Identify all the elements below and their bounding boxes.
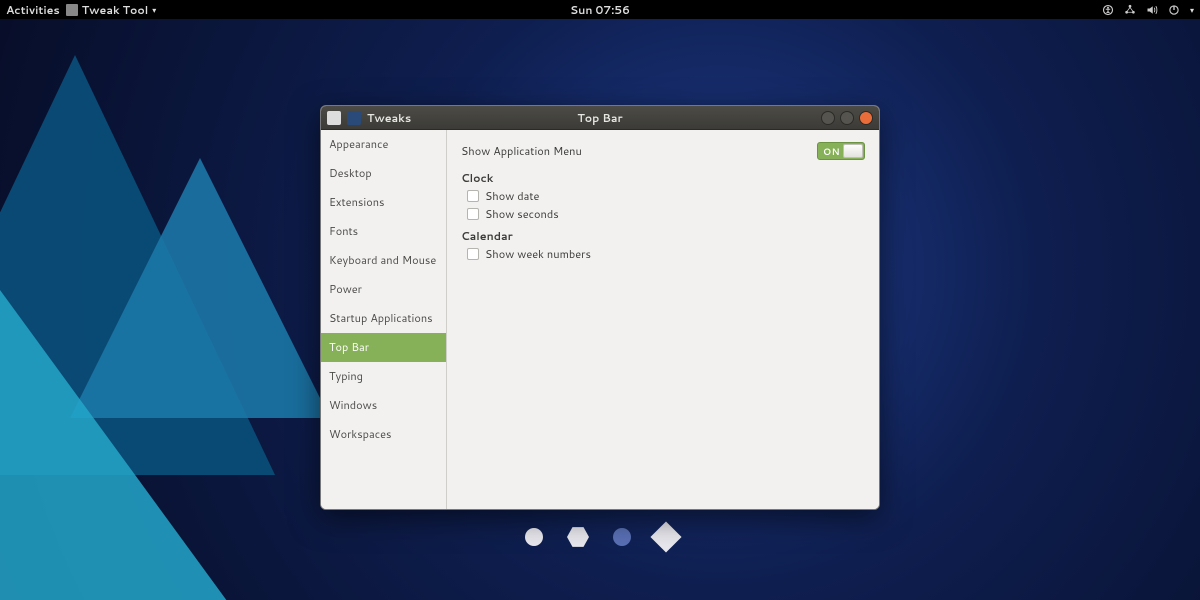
show-week-numbers-label: Show week numbers [485,246,591,262]
system-topbar: Activities Tweak Tool ▾ Sun 07:56 ▾ [0,0,1200,19]
show-week-numbers-checkbox[interactable] [467,248,479,260]
app-menu-icon [66,4,78,16]
minimize-button[interactable] [821,111,835,125]
sidebar-item-workspaces[interactable]: Workspaces [321,420,446,449]
system-menu-caret-icon[interactable]: ▾ [1190,4,1194,16]
maximize-button[interactable] [840,111,854,125]
content-pane: Show Application Menu ON Clock Show date… [447,130,879,509]
topbar-clock[interactable]: Sun 07:56 [0,2,1200,18]
dock-item-2[interactable] [567,526,589,548]
activities-button[interactable]: Activities [6,2,60,18]
switch-on-label: ON [818,145,840,158]
sidebar-item-keyboard-and-mouse[interactable]: Keyboard and Mouse [321,246,446,275]
dock-item-1[interactable] [523,526,545,548]
app-icon [327,111,341,125]
sidebar-item-windows[interactable]: Windows [321,391,446,420]
sidebar: AppearanceDesktopExtensionsFontsKeyboard… [321,130,447,509]
dock-item-4[interactable] [655,526,677,548]
window-app-title: Tweaks [367,110,411,126]
back-icon[interactable] [347,111,361,125]
show-app-menu-label: Show Application Menu [461,143,582,159]
sidebar-item-appearance[interactable]: Appearance [321,130,446,159]
sidebar-item-fonts[interactable]: Fonts [321,217,446,246]
power-icon[interactable] [1168,4,1180,16]
sidebar-item-extensions[interactable]: Extensions [321,188,446,217]
network-icon[interactable] [1124,4,1136,16]
window-titlebar[interactable]: Tweaks Top Bar [321,106,879,130]
clock-heading: Clock [461,170,865,186]
wallpaper-triangle-front [0,290,230,600]
show-app-menu-toggle[interactable]: ON [817,142,865,160]
show-date-label: Show date [485,188,539,204]
show-seconds-checkbox[interactable] [467,208,479,220]
volume-icon[interactable] [1146,4,1158,16]
close-button[interactable] [859,111,873,125]
chevron-down-icon: ▾ [152,4,156,16]
sidebar-item-startup-applications[interactable]: Startup Applications [321,304,446,333]
sidebar-item-power[interactable]: Power [321,275,446,304]
app-menu-label: Tweak Tool [82,2,148,18]
show-seconds-label: Show seconds [485,206,559,222]
dock [0,526,1200,548]
switch-knob [843,144,863,158]
sidebar-item-typing[interactable]: Typing [321,362,446,391]
sidebar-item-top-bar[interactable]: Top Bar [321,333,446,362]
show-date-checkbox[interactable] [467,190,479,202]
accessibility-icon[interactable] [1102,4,1114,16]
app-menu[interactable]: Tweak Tool ▾ [66,2,156,18]
tweaks-window: Tweaks Top Bar AppearanceDesktopExtensio… [320,105,880,510]
sidebar-item-desktop[interactable]: Desktop [321,159,446,188]
calendar-heading: Calendar [461,228,865,244]
dock-item-3[interactable] [611,526,633,548]
